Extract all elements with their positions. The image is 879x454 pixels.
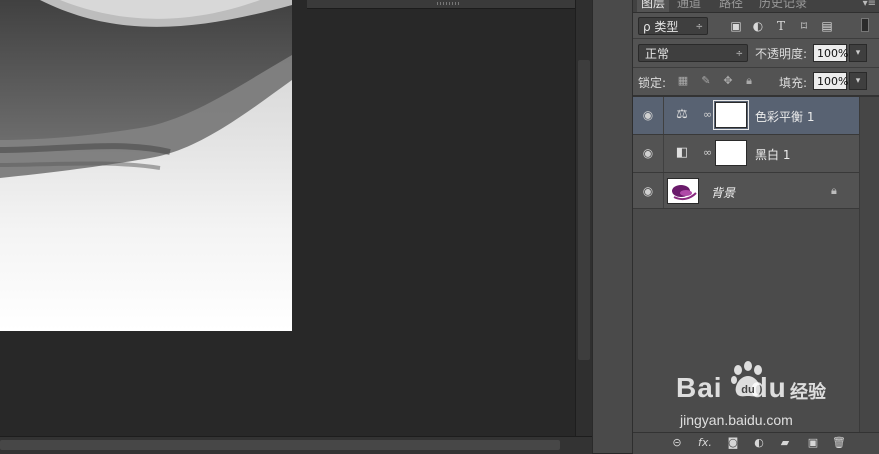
new-group-icon[interactable]: ▰	[777, 436, 793, 450]
black-white-icon: ◧	[675, 145, 689, 160]
new-adjustment-icon[interactable]: ◐	[751, 436, 767, 450]
fx-icon[interactable]: fx.	[697, 436, 713, 450]
blend-mode-select[interactable]: 正常 ÷	[638, 44, 748, 62]
smart-object-filter-icon[interactable]: ▤	[820, 19, 834, 33]
tab-paths[interactable]: 路径	[715, 0, 747, 12]
blend-row: 正常 ÷ 不透明度: 100% ▾	[633, 41, 879, 65]
thumbnail-image	[672, 185, 697, 201]
eye-icon[interactable]: ◉	[640, 147, 656, 159]
divider	[663, 135, 664, 172]
chain-link-icon[interactable]: ∞	[703, 108, 712, 122]
lock-position-icon[interactable]: ✥	[722, 75, 734, 87]
panel-menu-icon[interactable]: ▾≡	[863, 0, 876, 9]
filter-row: ρ 类型 ÷ ▣ ◐ T ⌑ ▤	[633, 14, 879, 38]
lock-label: 锁定:	[638, 76, 667, 90]
panel-tabs: 图层 通道 路径 历史记录 ▾≡	[633, 0, 879, 13]
fill-label: 填充:	[779, 76, 808, 90]
balance-scale-icon: ⚖	[676, 107, 688, 122]
panel-dock-strip	[592, 0, 633, 453]
scroll-thumb[interactable]	[578, 60, 590, 360]
divider	[663, 97, 664, 134]
layer-name[interactable]: 背景	[711, 184, 735, 201]
eye-icon[interactable]: ◉	[640, 109, 656, 121]
lock-all-icon[interactable]: 🔒︎	[743, 75, 755, 87]
opacity-input[interactable]: 100%	[813, 44, 848, 62]
adjustment-filter-icon[interactable]: ◐	[751, 19, 765, 33]
chevron-updown-icon: ÷	[735, 49, 743, 59]
filter-type-label: ρ 类型	[643, 20, 679, 34]
tab-layers[interactable]: 图层	[637, 0, 670, 12]
layer-name[interactable]: 色彩平衡 1	[755, 108, 814, 125]
layers-scrollbar[interactable]	[859, 97, 879, 432]
chevron-updown-icon: ÷	[695, 22, 703, 32]
layer-mask-thumbnail[interactable]	[715, 140, 747, 166]
panel-collapse-strip[interactable]	[307, 0, 592, 9]
scroll-thumb[interactable]	[0, 440, 560, 450]
document-image	[0, 0, 292, 331]
filter-type-select[interactable]: ρ 类型 ÷	[638, 17, 708, 35]
grip-handle[interactable]	[437, 2, 459, 5]
layers-list: ◉ ⚖ ∞ 色彩平衡 1 ◉ ◧ ∞ 黑白 1 ◉ 背景 🔒︎	[633, 97, 859, 432]
chain-link-icon[interactable]: ∞	[703, 146, 712, 160]
canvas-vertical-scrollbar[interactable]	[575, 0, 593, 436]
tab-history[interactable]: 历史记录	[755, 0, 811, 12]
type-filter-icon[interactable]: T	[774, 19, 788, 33]
layer-name[interactable]: 黑白 1	[755, 146, 790, 163]
document-canvas[interactable]	[0, 0, 575, 436]
lock-transparency-icon[interactable]: ▦	[677, 75, 689, 87]
divider	[663, 173, 664, 208]
divider	[633, 67, 879, 68]
eye-icon[interactable]: ◉	[640, 185, 656, 197]
add-mask-icon[interactable]: ◙	[725, 436, 741, 450]
layer-row-black-white[interactable]: ◉ ◧ ∞ 黑白 1	[633, 135, 859, 173]
canvas-horizontal-scrollbar[interactable]	[0, 436, 592, 454]
background-thumbnail[interactable]	[667, 178, 699, 204]
link-layers-icon[interactable]: ⊝	[669, 436, 685, 450]
layer-row-background[interactable]: ◉ 背景 🔒︎	[633, 173, 859, 209]
divider	[633, 38, 879, 39]
new-layer-icon[interactable]: ▣	[805, 436, 821, 450]
delete-layer-icon[interactable]: 🗑︎	[831, 436, 847, 450]
shape-filter-icon[interactable]: ⌑	[797, 19, 811, 33]
image-content	[0, 0, 292, 178]
fill-dropdown-button[interactable]: ▾	[849, 72, 867, 90]
filter-toggle-switch[interactable]	[861, 18, 869, 32]
lock-icon: 🔒︎	[831, 184, 837, 197]
opacity-dropdown-button[interactable]: ▾	[849, 44, 867, 62]
panel-footer: ⊝ fx. ◙ ◐ ▰ ▣ 🗑︎	[633, 432, 879, 454]
lock-pixels-icon[interactable]: ✎	[700, 75, 712, 87]
image-filter-icon[interactable]: ▣	[729, 19, 743, 33]
layers-panel: 图层 通道 路径 历史记录 ▾≡ ρ 类型 ÷ ▣ ◐ T ⌑ ▤ 正常 ÷ 不…	[632, 0, 879, 454]
layer-mask-thumbnail[interactable]	[713, 100, 749, 130]
layer-row-color-balance[interactable]: ◉ ⚖ ∞ 色彩平衡 1	[633, 97, 859, 135]
tab-channels[interactable]: 通道	[673, 0, 705, 12]
opacity-label: 不透明度:	[755, 47, 808, 61]
blend-mode-label: 正常	[645, 47, 670, 61]
fill-input[interactable]: 100%	[813, 72, 848, 90]
